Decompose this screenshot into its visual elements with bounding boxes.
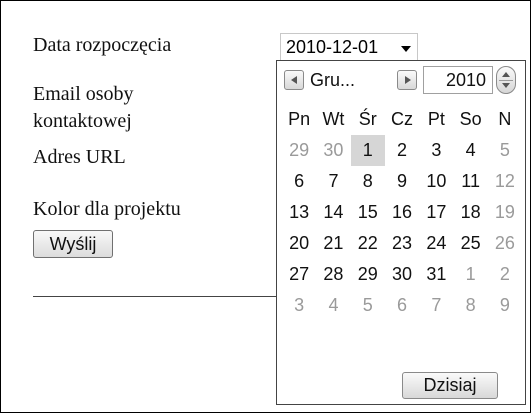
calendar-day[interactable]: 9 (488, 290, 522, 321)
calendar-day[interactable]: 4 (316, 290, 350, 321)
weekday-header: N (498, 109, 512, 129)
calendar-day[interactable]: 7 (419, 290, 453, 321)
calendar-day[interactable]: 5 (351, 290, 385, 321)
calendar-day[interactable]: 6 (385, 290, 419, 321)
spin-down-icon (502, 83, 510, 88)
calendar-day[interactable]: 6 (282, 166, 316, 197)
weekday-header: Pt (427, 109, 445, 129)
calendar-day-selected[interactable]: 1 (350, 135, 385, 166)
calendar-day[interactable]: 20 (282, 228, 316, 259)
calendar-day[interactable]: 8 (351, 166, 385, 197)
calendar-day[interactable]: 23 (385, 228, 419, 259)
weekday-header: Pn (288, 109, 311, 129)
start-date-select[interactable]: 2010-12-01 (280, 33, 418, 61)
calendar-day[interactable]: 16 (385, 197, 419, 228)
calendar-day[interactable]: 31 (419, 259, 453, 290)
calendar-day[interactable]: 19 (488, 197, 522, 228)
calendar-day[interactable]: 21 (316, 228, 350, 259)
calendar-day[interactable]: 24 (419, 228, 453, 259)
calendar-day[interactable]: 18 (453, 197, 487, 228)
spin-up-icon (502, 72, 510, 77)
calendar-day[interactable]: 25 (453, 228, 487, 259)
email-label-line1: Email osoby (33, 83, 134, 105)
divider (33, 296, 277, 297)
calendar-day[interactable]: 10 (419, 166, 453, 197)
month-label: Gru... (310, 70, 356, 90)
chevron-right-icon (405, 76, 411, 84)
submit-button[interactable]: Wyślij (33, 230, 113, 258)
calendar-grid: Pn Wt Śr Cz Pt So N 29 30 1 2 3 4 5 6 7 8 9 10 11 12 13 14 15 16… (282, 104, 522, 321)
caret-down-icon (401, 46, 411, 52)
calendar-day[interactable]: 15 (351, 197, 385, 228)
calendar-day[interactable]: 13 (282, 197, 316, 228)
url-label: Adres URL (33, 146, 126, 168)
weekday-header: So (459, 109, 482, 129)
calendar-day[interactable]: 7 (316, 166, 350, 197)
calendar-day[interactable]: 17 (419, 197, 453, 228)
calendar-day[interactable]: 1 (453, 259, 487, 290)
calendar-day[interactable]: 30 (385, 259, 419, 290)
calendar-day[interactable]: 2 (488, 259, 522, 290)
calendar-day[interactable]: 30 (316, 135, 350, 166)
start-date-value: 2010-12-01 (286, 37, 379, 57)
calendar-day[interactable]: 28 (316, 259, 350, 290)
calendar-day[interactable]: 27 (282, 259, 316, 290)
calendar-day[interactable]: 9 (385, 166, 419, 197)
spin-divider (499, 80, 513, 81)
weekday-header: Cz (391, 109, 414, 129)
calendar-popup: Gru... 2010 Pn Wt Śr Cz Pt So N 29 30 1 2 3 4 5 6 7 8 9 10… (276, 60, 526, 405)
next-month-button[interactable] (397, 70, 417, 90)
calendar-day[interactable]: 22 (351, 228, 385, 259)
calendar-day[interactable]: 26 (488, 228, 522, 259)
year-input[interactable]: 2010 (423, 66, 493, 94)
calendar-day[interactable]: 12 (488, 166, 522, 197)
year-spinner[interactable] (496, 66, 516, 94)
today-button[interactable]: Dzisiaj (402, 372, 498, 399)
chevron-left-icon (291, 76, 297, 84)
calendar-day[interactable]: 2 (385, 135, 419, 166)
calendar-day[interactable]: 11 (453, 166, 487, 197)
weekday-header: Wt (322, 109, 345, 129)
color-label: Kolor dla projektu (33, 198, 181, 220)
calendar-day[interactable]: 4 (453, 135, 487, 166)
calendar-day[interactable]: 14 (316, 197, 350, 228)
email-label-line2: kontaktowej (33, 110, 132, 132)
calendar-day[interactable]: 8 (453, 290, 487, 321)
calendar-day[interactable]: 3 (419, 135, 453, 166)
calendar-day[interactable]: 29 (351, 259, 385, 290)
calendar-day[interactable]: 3 (282, 290, 316, 321)
calendar-day[interactable]: 5 (488, 135, 522, 166)
weekday-header: Śr (358, 109, 377, 129)
calendar-day[interactable]: 29 (282, 135, 316, 166)
start-date-label: Data rozpoczęcia (33, 34, 172, 56)
prev-month-button[interactable] (284, 70, 304, 90)
